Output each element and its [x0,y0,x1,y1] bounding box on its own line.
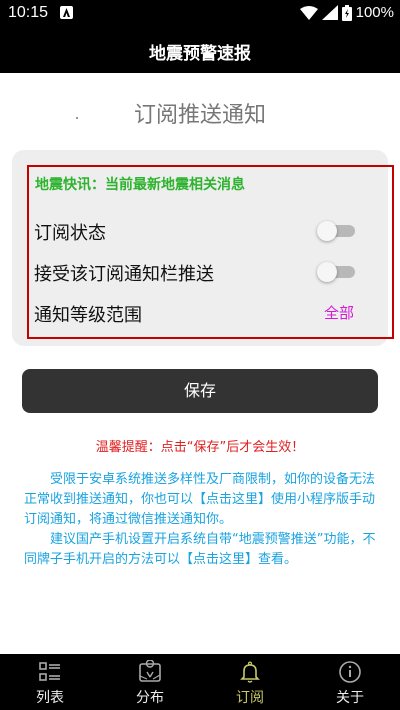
toggle-knob [317,262,337,282]
info-paragraph-1: 受限于安卓系统推送多样性及厂商限制，如你的设备无法正常收到推送通知，你也可以【点… [24,472,376,527]
bell-icon [240,661,260,683]
nav-item-about[interactable]: 关于 [300,654,400,710]
nav-item-list[interactable]: 列表 [0,654,100,710]
notification-bar-push-toggle[interactable] [317,262,355,282]
subscription-status-label: 订阅状态 [34,223,106,244]
battery-percent: 100% [355,4,394,21]
notification-a-icon [60,6,73,19]
decorative-dot [76,117,78,119]
map-icon [139,660,161,682]
nav-label-subscribe: 订阅 [236,690,264,706]
list-icon [39,662,60,681]
signal-icon [321,5,338,20]
notification-level-label: 通知等级范围 [34,305,142,326]
nav-label-list: 列表 [36,690,64,706]
page-title: 订阅推送通知 [133,103,266,128]
nav-item-subscribe[interactable]: 订阅 [200,654,300,710]
save-button[interactable]: 保存 [22,369,378,413]
status-time: 10:15 [8,4,49,21]
bottom-nav: 列表 分布 订阅 关于 [0,654,400,710]
toggle-knob [317,221,337,241]
battery-icon [341,4,352,21]
status-bar: 10:15 100% [0,0,400,28]
info-paragraph-2: 建议国产手机设置开启系统自带“地震预警推送”功能，不同牌子手机开启的方法可以【点… [24,532,376,567]
nav-label-about: 关于 [336,690,364,706]
app-header: 地震预警速报 [0,28,400,73]
nav-label-map: 分布 [136,690,164,706]
app-title: 地震预警速报 [149,44,251,64]
nav-item-map[interactable]: 分布 [100,654,200,710]
quick-news-text: 地震快讯：当前最新地震相关消息 [35,177,245,193]
reminder-text: 温馨提醒：点击“保存”后才会生效！ [95,440,305,455]
info-icon [339,661,361,683]
status-right: 100% [299,4,394,21]
notification-bar-push-label: 接受该订阅通知栏推送 [34,264,214,285]
wifi-icon [299,5,318,20]
notification-level-select[interactable]: 全部 [324,302,354,323]
subscription-status-toggle[interactable] [317,221,355,241]
